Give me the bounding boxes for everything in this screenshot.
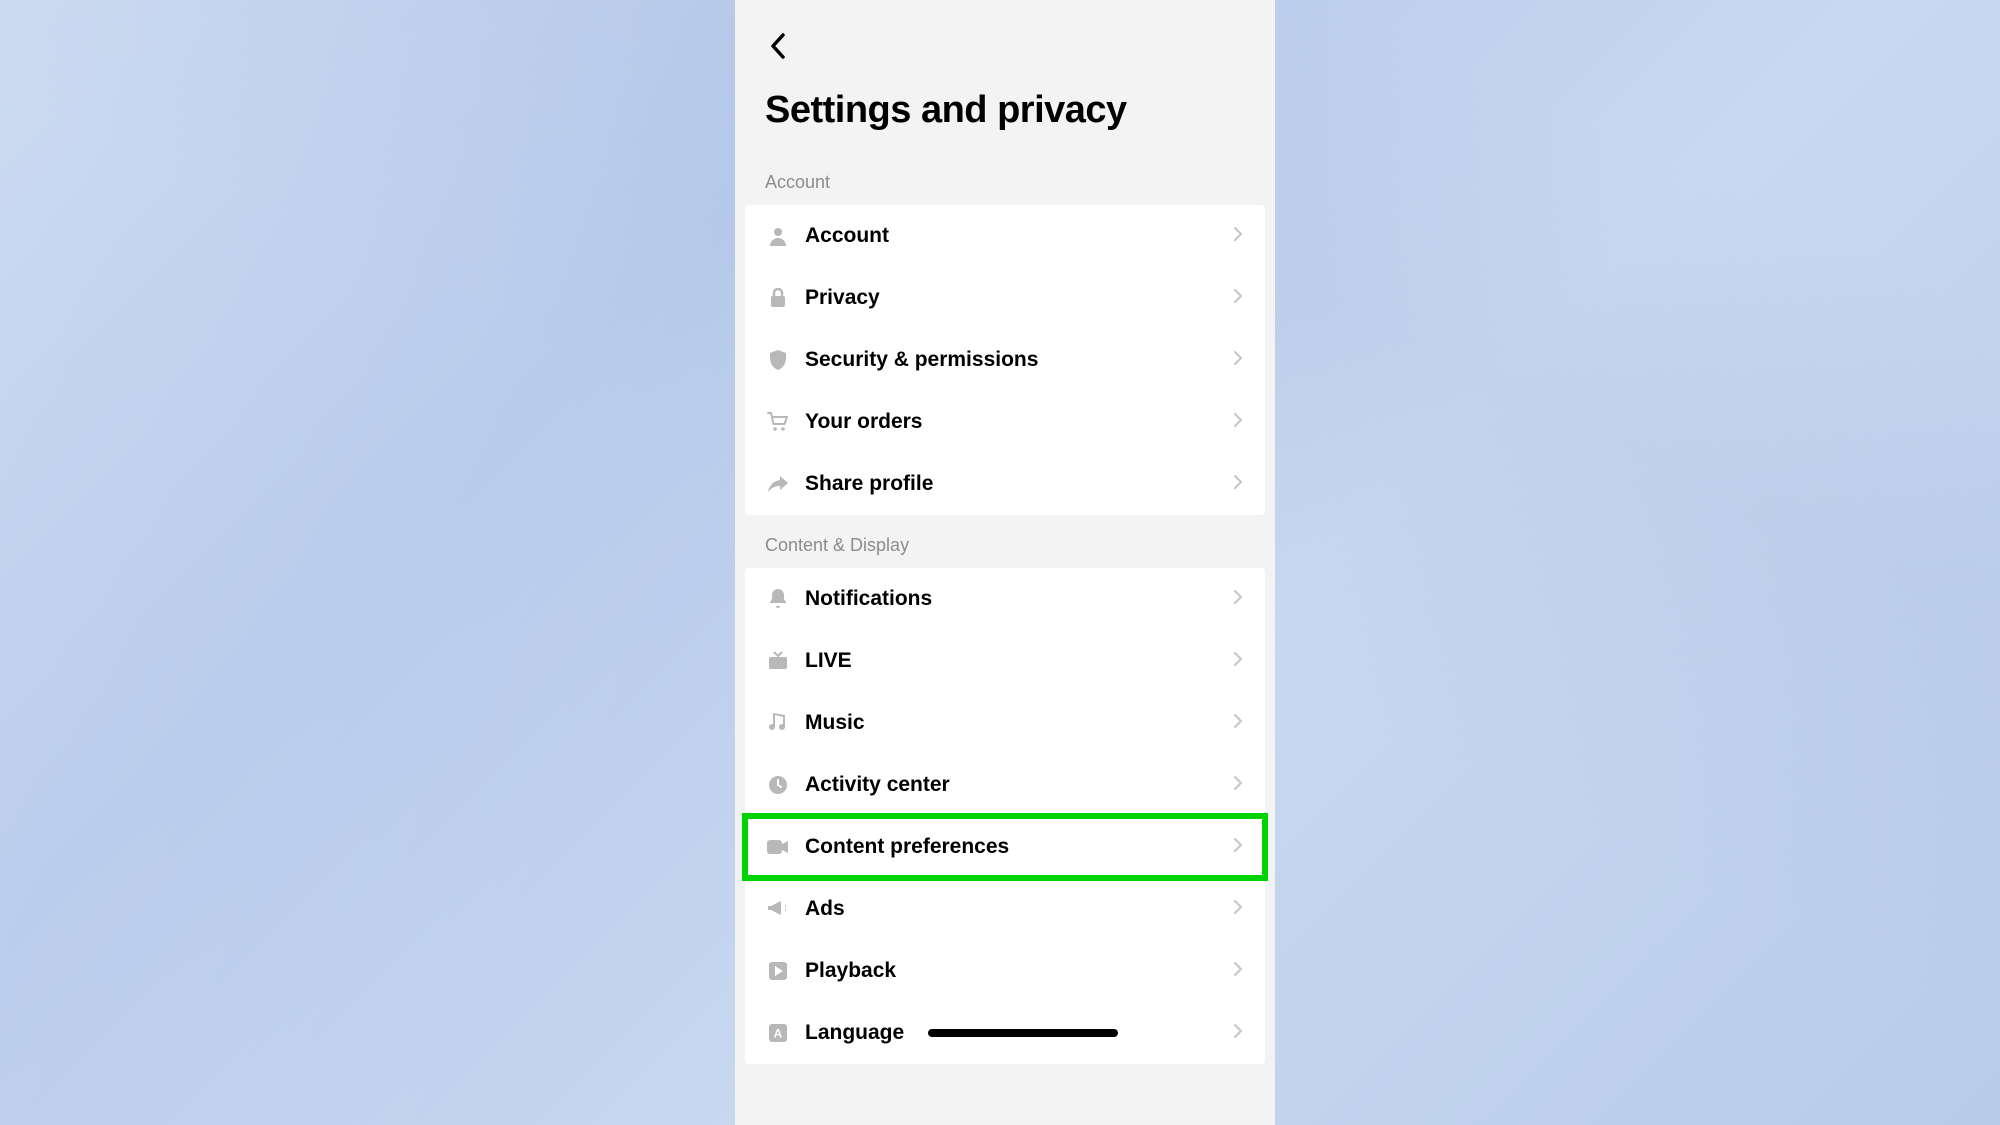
item-label: Your orders (805, 410, 1233, 434)
chevron-right-icon (1233, 412, 1243, 433)
play-icon (767, 960, 789, 982)
settings-item-notifications[interactable]: Notifications (745, 568, 1265, 630)
settings-item-orders[interactable]: Your orders (745, 391, 1265, 453)
person-icon (767, 225, 789, 247)
chevron-right-icon (1233, 589, 1243, 610)
chevron-right-icon (1233, 713, 1243, 734)
letter-a-icon: A (767, 1022, 789, 1044)
chevron-right-icon (1233, 350, 1243, 371)
settings-item-music[interactable]: Music (745, 692, 1265, 754)
redacted-value (928, 1029, 1118, 1037)
shield-icon (767, 349, 789, 371)
item-label: Music (805, 711, 1233, 735)
page-title: Settings and privacy (765, 89, 1245, 132)
settings-item-ads[interactable]: Ads (745, 878, 1265, 940)
item-label: Privacy (805, 286, 1233, 310)
item-label: Share profile (805, 472, 1233, 496)
chevron-right-icon (1233, 474, 1243, 495)
header: Settings and privacy (735, 0, 1275, 152)
settings-item-privacy[interactable]: Privacy (745, 267, 1265, 329)
item-label: Security & permissions (805, 348, 1233, 372)
music-icon (767, 712, 789, 734)
share-icon (767, 473, 789, 495)
megaphone-icon (767, 898, 789, 920)
chevron-right-icon (1233, 837, 1243, 858)
settings-item-content-preferences[interactable]: Content preferences (745, 816, 1265, 878)
settings-item-live[interactable]: LIVE (745, 630, 1265, 692)
item-label: Language (805, 1021, 1233, 1045)
clock-icon (767, 774, 789, 796)
item-label: Activity center (805, 773, 1233, 797)
section-header-account: Account (735, 152, 1275, 205)
section-list-account: Account Privacy Security & permissions (745, 205, 1265, 515)
item-label: LIVE (805, 649, 1233, 673)
back-button[interactable] (765, 28, 791, 69)
settings-item-activity-center[interactable]: Activity center (745, 754, 1265, 816)
item-label: Ads (805, 897, 1233, 921)
chevron-right-icon (1233, 899, 1243, 920)
chevron-right-icon (1233, 1023, 1243, 1044)
tv-icon (767, 650, 789, 672)
settings-item-security[interactable]: Security & permissions (745, 329, 1265, 391)
bell-icon (767, 588, 789, 610)
phone-screen: Settings and privacy Account Account Pri… (735, 0, 1275, 1125)
settings-item-account[interactable]: Account (745, 205, 1265, 267)
section-list-content-display: Notifications LIVE Music (745, 568, 1265, 1064)
chevron-left-icon (769, 32, 787, 60)
chevron-right-icon (1233, 288, 1243, 309)
settings-item-share-profile[interactable]: Share profile (745, 453, 1265, 515)
chevron-right-icon (1233, 226, 1243, 247)
item-label: Content preferences (805, 835, 1233, 859)
svg-text:A: A (774, 1027, 783, 1041)
item-label: Notifications (805, 587, 1233, 611)
settings-item-playback[interactable]: Playback (745, 940, 1265, 1002)
chevron-right-icon (1233, 651, 1243, 672)
settings-item-language[interactable]: A Language (745, 1002, 1265, 1064)
chevron-right-icon (1233, 775, 1243, 796)
video-icon (767, 836, 789, 858)
item-label: Playback (805, 959, 1233, 983)
lock-icon (767, 287, 789, 309)
chevron-right-icon (1233, 961, 1243, 982)
section-header-content-display: Content & Display (735, 515, 1275, 568)
item-label: Account (805, 224, 1233, 248)
cart-icon (767, 411, 789, 433)
